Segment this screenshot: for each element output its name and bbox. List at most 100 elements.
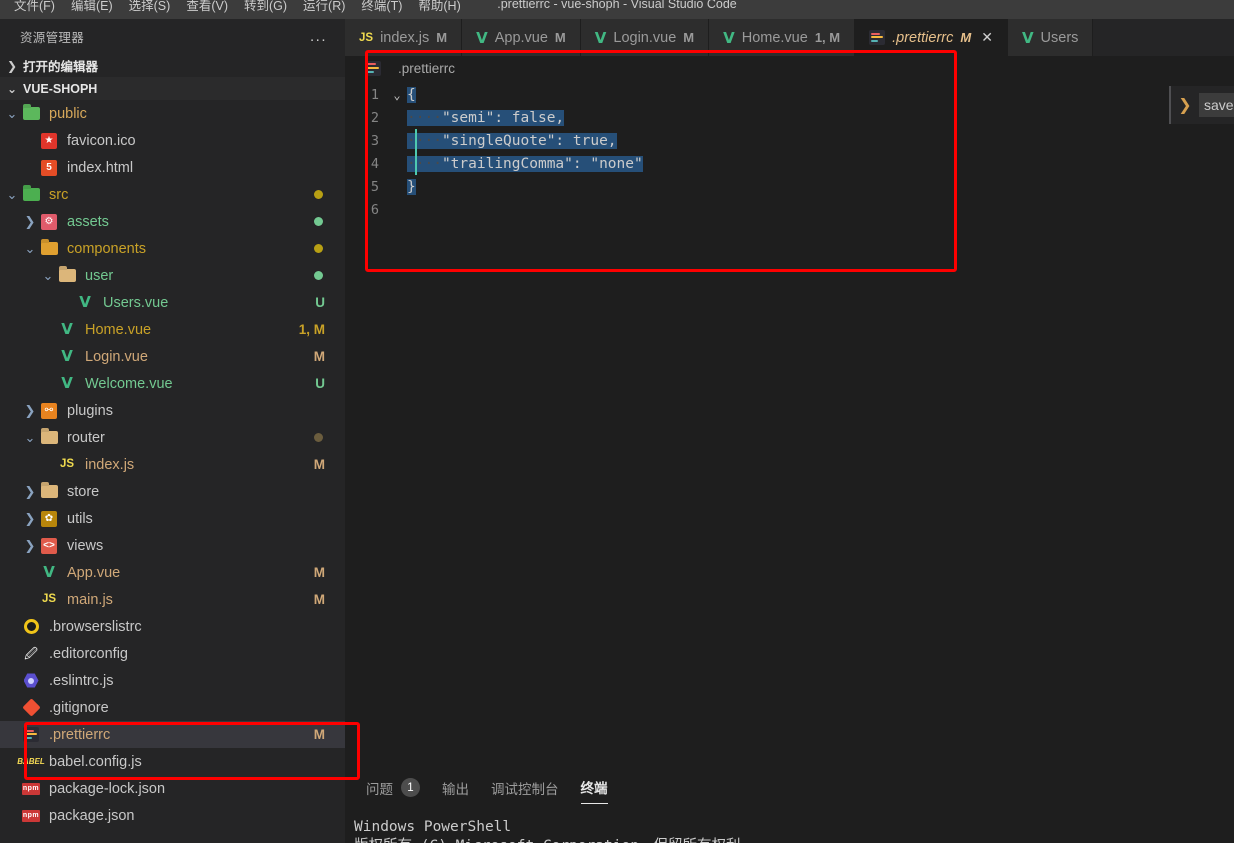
tree-item-index-html[interactable]: 5 index.html [0,154,345,181]
menu-item-7[interactable]: 帮助(H) [410,0,468,18]
terminal-output[interactable]: Windows PowerShell 版权所有 (C) Microsoft Cor… [345,804,1234,843]
menu-item-5[interactable]: 运行(R) [295,0,353,18]
tree-item--prettierrc[interactable]: .prettierrc M [0,721,345,748]
tree-item--editorconfig[interactable]: 🖉 .editorconfig [0,640,345,667]
panel-tab-1[interactable]: 输出 [442,778,469,804]
folder-src-icon [20,186,42,204]
tree-item-assets[interactable]: ❯ ⚙ assets [0,208,345,235]
tree-item--browserslistrc[interactable]: .browserslistrc [0,613,345,640]
tree-item-components[interactable]: ⌄ components [0,235,345,262]
code-editor[interactable]: 1 ⌄ { 2 ····"semi": false, 3 ····"single… [345,80,1234,221]
tree-item-favicon-ico[interactable]: ★ favicon.ico [0,127,345,154]
editor-tab-login-vue[interactable]: V Login.vue M [580,19,710,56]
breadcrumb-file: .prettierrc [398,60,456,76]
open-editors-section[interactable]: ❯ 打开的编辑器 [0,54,345,77]
tree-item-welcome-vue[interactable]: V Welcome.vue U [0,370,345,397]
tree-item-utils[interactable]: ❯ ✿ utils [0,505,345,532]
panel-tab-0[interactable]: 问题 1 [366,778,420,804]
tree-item-public[interactable]: ⌄ public [0,100,345,127]
eslint-icon [20,672,42,690]
code-line-4[interactable]: 4 ····"trailingComma": "none" [345,152,1234,175]
git-status-decoration: M [313,727,325,742]
workspace-section[interactable]: ⌄ VUE-SHOPH [0,77,345,100]
prettier-icon [20,726,42,744]
tree-item-label: src [49,186,69,203]
tree-item-src[interactable]: ⌄ src [0,181,345,208]
tree-item-app-vue[interactable]: V App.vue M [0,559,345,586]
tree-item-label: utils [67,510,93,527]
chevron-right-icon[interactable]: ❯ [22,484,38,500]
menu-item-2[interactable]: 选择(S) [121,0,179,18]
chevron-right-icon[interactable]: ❯ [22,511,38,527]
git-status-decoration: M [313,592,325,607]
quick-open-input[interactable]: save [1199,93,1234,117]
tree-item-main-js[interactable]: JS main.js M [0,586,345,613]
chevron-right-icon[interactable]: ❯ [22,403,38,419]
fold-chevron-icon[interactable]: ⌄ [387,88,407,102]
tree-item-label: Login.vue [85,348,148,365]
workspace-label: VUE-SHOPH [23,81,98,96]
editor-tab-app-vue[interactable]: V App.vue M [462,19,581,56]
code-line-3[interactable]: 3 ····"singleQuote": true, [345,129,1234,152]
panel-tab-3[interactable]: 终端 [580,777,608,804]
git-status-decoration: M [313,349,325,364]
tree-item-plugins[interactable]: ❯ ⚯ plugins [0,397,345,424]
editor-tab-index-js[interactable]: JS index.js M [345,19,463,56]
more-actions-icon[interactable]: ... [310,28,327,45]
chevron-down-icon[interactable]: ⌄ [4,187,20,203]
menu-item-1[interactable]: 编辑(E) [63,0,121,18]
line-number: 5 [370,178,379,195]
npm-icon: npm [20,780,42,798]
tree-item-label: index.js [85,456,135,473]
tree-item-login-vue[interactable]: V Login.vue M [0,343,345,370]
editor-tab-users[interactable]: V Users [1007,19,1094,56]
code-line-5[interactable]: 5 } [345,175,1234,198]
git-icon [20,698,42,717]
tree-item-home-vue[interactable]: V Home.vue 1, M [0,316,345,343]
bottom-panel: 问题 1 输出 调试控制台 终端 Windows PowerShell 版权所有 (… [345,765,1234,843]
tree-item-views[interactable]: ❯ <> views [0,532,345,559]
chevron-down-icon[interactable]: ⌄ [4,106,20,122]
code-line-1[interactable]: 1 ⌄ { [345,83,1234,106]
favicon-icon: ★ [38,132,60,150]
breadcrumb[interactable]: .prettierrc [345,56,1234,80]
vue-icon: V [79,293,91,311]
code-line-2[interactable]: 2 ····"semi": false, [345,106,1234,129]
tree-item-index-js[interactable]: JS index.js M [0,451,345,478]
tree-item-label: package.json [49,807,135,824]
chevron-right-icon[interactable]: ❯ [22,538,38,554]
tree-item-user[interactable]: ⌄ user [0,262,345,289]
tree-item-label: store [67,483,100,500]
tree-item-package-json[interactable]: npm package.json [0,802,345,829]
tree-item-package-lock-json[interactable]: npm package-lock.json [0,775,345,802]
editor-tab--prettierrc[interactable]: .prettierrc M ✕ [855,19,1008,56]
menu-item-3[interactable]: 查看(V) [178,0,236,18]
code-line-6[interactable]: 6 [345,198,1234,221]
panel-tab-2[interactable]: 调试控制台 [491,778,559,804]
vue-icon: V [1021,28,1034,47]
tree-item--eslintrc-js[interactable]: .eslintrc.js [0,667,345,694]
tree-item-router[interactable]: ⌄ router [0,424,345,451]
quick-open-overlay[interactable]: ❯ save [1169,86,1234,124]
tree-item-label: .browserslistrc [49,618,142,635]
html5-icon: 5 [38,159,60,177]
tree-item-label: Home.vue [85,321,152,338]
tree-item-label: App.vue [67,564,121,581]
folder-plain-icon [38,429,60,447]
chevron-down-icon[interactable]: ⌄ [22,430,38,446]
chevron-down-icon[interactable]: ⌄ [40,268,56,284]
tree-item--gitignore[interactable]: .gitignore [0,694,345,721]
close-icon[interactable]: ✕ [981,29,993,46]
tree-item-babel-config-js[interactable]: BABEL babel.config.js [0,748,345,775]
editor-tab-home-vue[interactable]: V Home.vue 1, M [709,19,856,56]
selected-text: ····"singleQuote": true, [407,132,617,149]
menu-item-6[interactable]: 终端(T) [353,0,410,18]
menu-item-0[interactable]: 文件(F) [6,0,63,18]
chevron-down-icon[interactable]: ⌄ [22,241,38,257]
menu-bar[interactable]: 文件(F) 编辑(E) 选择(S) 查看(V) 转到(G) 运行(R) 终端(T) 帮助(H) [0,0,469,18]
menu-item-4[interactable]: 转到(G) [236,0,295,18]
chevron-right-icon[interactable]: ❯ [22,214,38,230]
folder-plugins-icon: ⚯ [38,402,60,420]
tree-item-store[interactable]: ❯ store [0,478,345,505]
tree-item-users-vue[interactable]: V Users.vue U [0,289,345,316]
